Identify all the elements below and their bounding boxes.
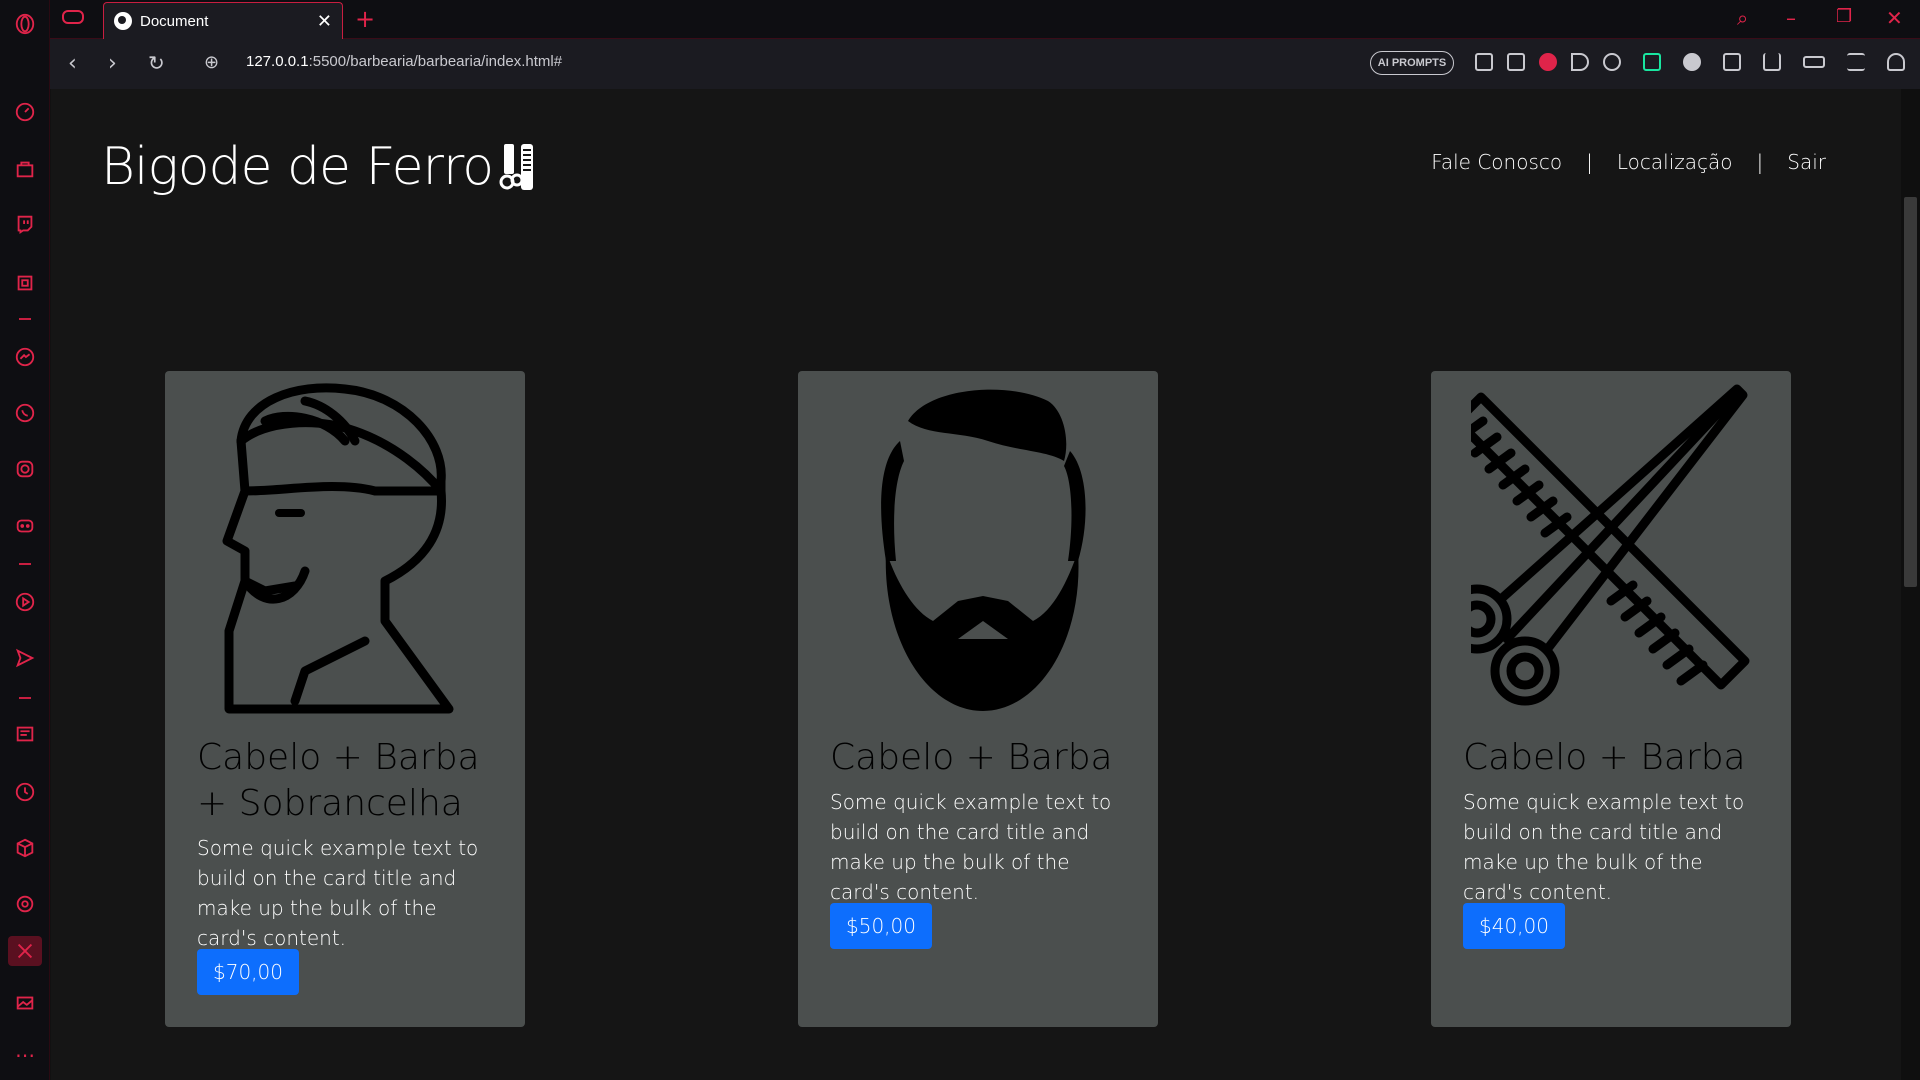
reload-icon[interactable]: ↻ <box>148 51 165 75</box>
new-tab-icon[interactable]: + <box>355 5 375 33</box>
nav-fale-conosco[interactable]: Fale Conosco <box>1431 150 1562 174</box>
settings-gear-icon[interactable] <box>13 892 37 916</box>
twitch-icon[interactable] <box>13 212 37 236</box>
scissors-mod-icon[interactable] <box>13 939 37 963</box>
nav-separator: | <box>1756 150 1764 174</box>
instagram-icon[interactable] <box>13 457 37 481</box>
scrollbar-thumb[interactable] <box>1904 197 1917 587</box>
card-text: Some quick example text to build on the … <box>1463 790 1745 904</box>
globe-icon <box>114 12 132 30</box>
gx-control-icon[interactable] <box>13 271 37 295</box>
tab-title: Document <box>140 12 209 30</box>
shopping-bag-icon[interactable] <box>13 157 37 181</box>
whatsapp-icon[interactable] <box>13 401 37 425</box>
comb-scissors-icon <box>1471 384 1750 706</box>
ai-prompts-button[interactable]: AI PROMPTS <box>1370 51 1454 75</box>
site-info-globe-icon[interactable]: ⊕ <box>204 52 219 73</box>
brand-name: Bigode de Ferro <box>101 137 494 197</box>
barber-tools-icon <box>499 144 534 190</box>
nav-localizacao[interactable]: Localização <box>1617 150 1733 174</box>
search-icon[interactable]: ⌕ <box>1737 6 1748 30</box>
nav-separator: | <box>1586 150 1593 174</box>
tab-bar: Document ✕ + ⌕ – ❐ ✕ <box>50 0 1920 39</box>
page-viewport: Bigode de Ferro Fale Conosco | Localizaç… <box>51 89 1901 1080</box>
tab-document[interactable]: Document ✕ <box>103 2 343 39</box>
player-icon[interactable] <box>13 590 37 614</box>
url-host: 127.0.0.1 <box>246 53 309 70</box>
service-card: Cabelo + Barba Some quick example text t… <box>798 371 1158 1027</box>
sidebar-divider <box>19 697 31 699</box>
back-icon[interactable]: ‹ <box>68 51 77 76</box>
send-arrow-icon[interactable] <box>1571 53 1589 71</box>
discord-icon[interactable] <box>13 514 37 538</box>
minimize-icon[interactable]: – <box>1786 6 1796 30</box>
service-card: Cabelo + Barba + Sobrancelha Some quick … <box>165 371 525 1027</box>
card-title: Cabelo + Barba + Sobrancelha <box>197 737 480 824</box>
man-profile-turban-icon <box>222 383 454 714</box>
speed-gauge-icon[interactable] <box>13 100 37 124</box>
sidebar-divider <box>19 563 31 565</box>
restore-icon[interactable]: ❐ <box>1836 6 1852 27</box>
wallpaper-icon[interactable] <box>13 991 37 1015</box>
extensions-cube-icon[interactable] <box>13 836 37 860</box>
page-scrollbar[interactable] <box>1901 89 1920 1080</box>
extension-gear-icon[interactable] <box>1683 53 1701 71</box>
profile-icon[interactable] <box>1887 53 1905 71</box>
send-icon[interactable] <box>13 646 37 670</box>
card-text: Some quick example text to build on the … <box>830 790 1112 904</box>
url-field[interactable]: 127.0.0.1:5500/barbearia/barbearia/index… <box>246 53 562 70</box>
address-bar: ‹ › ↻ ⊕ 127.0.0.1:5500/barbearia/barbear… <box>50 39 1920 89</box>
extensions-icon[interactable] <box>1723 53 1741 71</box>
price-button[interactable]: $50,00 <box>830 903 932 949</box>
more-icon[interactable]: ⋯ <box>13 1043 37 1067</box>
extension-bird-icon[interactable] <box>1643 53 1661 71</box>
news-icon[interactable] <box>13 722 37 746</box>
messenger-icon[interactable] <box>13 345 37 369</box>
gamepad-icon[interactable] <box>62 10 84 24</box>
close-tab-icon[interactable]: ✕ <box>317 11 332 32</box>
url-path: :5500/barbearia/barbearia/index.html# <box>308 53 563 70</box>
opera-logo-icon[interactable] <box>13 12 37 36</box>
service-card: Cabelo + Barba Some quick example text t… <box>1431 371 1791 1027</box>
card-title: Cabelo + Barba <box>830 737 1113 778</box>
beard-face-icon <box>881 389 1086 711</box>
camera-icon[interactable] <box>1507 53 1525 71</box>
top-nav: Fale Conosco | Localização | Sair <box>1431 150 1826 174</box>
close-window-icon[interactable]: ✕ <box>1886 6 1903 30</box>
nav-sair[interactable]: Sair <box>1787 150 1826 174</box>
card-text: Some quick example text to build on the … <box>197 836 479 950</box>
browser-sidebar: ⋯ <box>0 0 50 1080</box>
heart-icon[interactable] <box>1603 53 1621 71</box>
history-clock-icon[interactable] <box>13 780 37 804</box>
price-button[interactable]: $70,00 <box>197 949 299 995</box>
easy-setup-icon[interactable] <box>1847 53 1865 71</box>
card-title: Cabelo + Barba <box>1463 737 1746 778</box>
price-button[interactable]: $40,00 <box>1463 903 1565 949</box>
forward-icon[interactable]: › <box>108 51 117 76</box>
site-title: Bigode de Ferro <box>101 137 537 197</box>
shield-icon[interactable] <box>1539 53 1557 71</box>
battery-icon[interactable] <box>1803 56 1825 68</box>
edit-icon[interactable] <box>1475 53 1493 71</box>
sidebar-divider <box>19 318 31 320</box>
download-icon[interactable] <box>1763 53 1781 71</box>
